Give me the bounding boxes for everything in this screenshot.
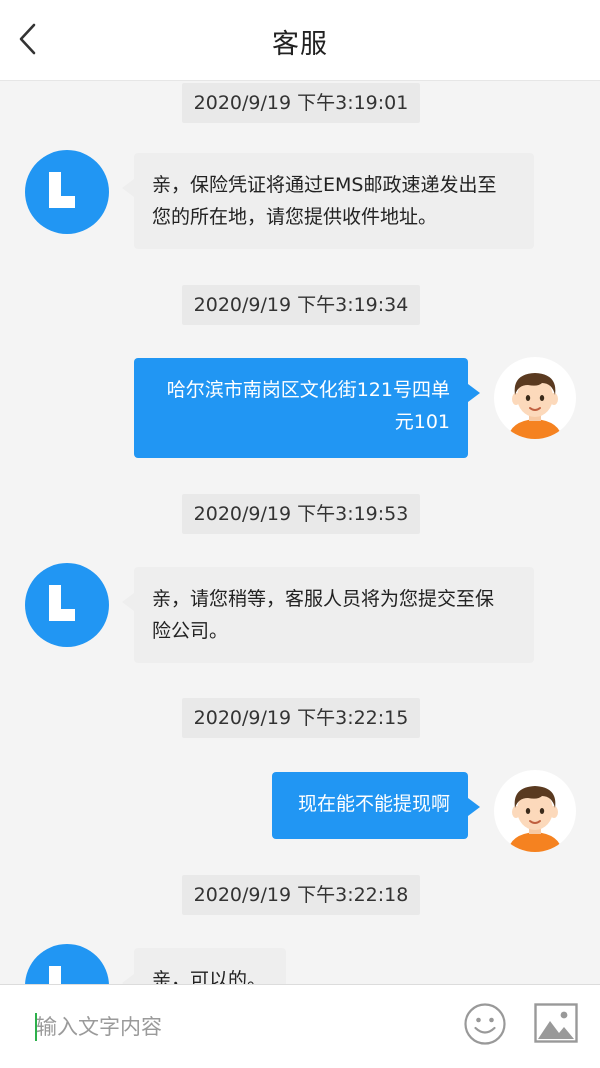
user-message-bubble: 现在能不能提现啊 — [272, 772, 480, 839]
message-line: 险公司。 — [152, 620, 229, 642]
agent-message-bubble: 亲，请您稍等，客服人员将为您提交至保 险公司。 — [122, 567, 534, 663]
message-timestamp: 2020/9/19 下午3:19:01 — [182, 83, 420, 123]
image-picker-button[interactable] — [534, 1003, 578, 1043]
service-logo-icon — [49, 585, 75, 621]
chat-message-list[interactable]: 2020/9/19 下午3:19:01 亲，保险凭证将通过EMS邮政速递发出至 … — [0, 80, 600, 984]
agent-message-bubble: 亲，保险凭证将通过EMS邮政速递发出至 您的所在地，请您提供收件地址。 — [122, 153, 534, 249]
message-line: 现在能不能提现啊 — [297, 793, 450, 815]
user-avatar-icon — [508, 373, 562, 439]
user-avatar-icon — [508, 786, 562, 852]
image-picture-icon — [534, 1003, 578, 1043]
user-message-bubble: 哈尔滨市南岗区文化街121号四单 元101 — [134, 358, 480, 458]
message-line: 哈尔滨市南岗区文化街121号四单 — [166, 379, 450, 401]
page-title: 客服 — [272, 29, 328, 60]
message-line: 亲，可以的。 — [152, 969, 267, 984]
agent-avatar[interactable] — [25, 944, 109, 984]
message-timestamp: 2020/9/19 下午3:22:18 — [182, 875, 420, 915]
agent-avatar[interactable] — [25, 563, 109, 647]
top-bar: 客服 — [0, 0, 600, 81]
message-line: 亲，请您稍等，客服人员将为您提交至保 — [152, 588, 495, 610]
message-line: 您的所在地，请您提供收件地址。 — [152, 206, 438, 228]
user-avatar[interactable] — [494, 357, 576, 439]
service-logo-icon — [49, 966, 61, 984]
message-timestamp: 2020/9/19 下午3:22:15 — [182, 698, 420, 738]
emoji-button[interactable] — [463, 1002, 507, 1046]
service-logo-icon — [49, 172, 75, 208]
smiley-face-icon — [464, 1003, 506, 1045]
message-timestamp: 2020/9/19 下午3:19:53 — [182, 494, 420, 534]
message-line: 亲，保险凭证将通过EMS邮政速递发出至 — [152, 174, 497, 196]
user-avatar[interactable] — [494, 770, 576, 852]
agent-avatar[interactable] — [25, 150, 109, 234]
message-input[interactable] — [36, 1007, 436, 1047]
message-timestamp: 2020/9/19 下午3:19:34 — [182, 285, 420, 325]
agent-message-bubble: 亲，可以的。 — [122, 948, 286, 984]
message-line: 元101 — [394, 411, 450, 433]
message-input-bar — [0, 984, 600, 1068]
